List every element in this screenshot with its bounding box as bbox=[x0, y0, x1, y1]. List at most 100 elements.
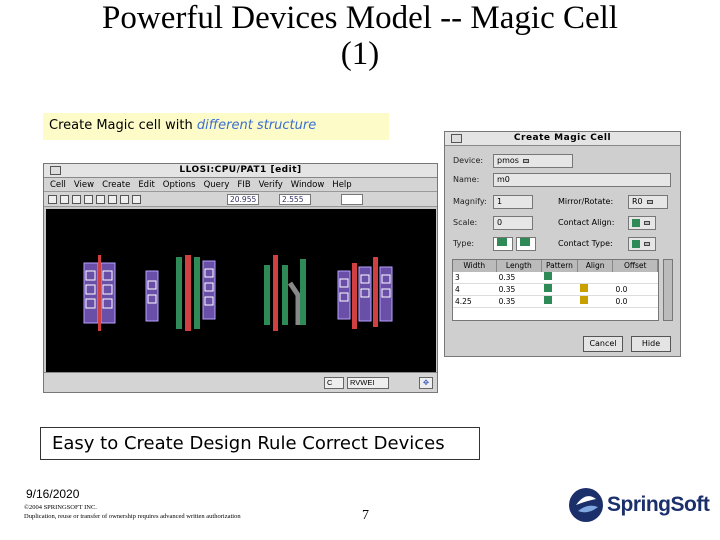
page-number: 7 bbox=[362, 508, 369, 523]
contact-align-select[interactable] bbox=[628, 215, 656, 230]
slide-date: 9/16/2020 bbox=[26, 487, 80, 501]
open-icon[interactable] bbox=[48, 194, 57, 204]
device-label: Device: bbox=[453, 156, 484, 165]
menu-query[interactable]: Query bbox=[204, 178, 230, 191]
cell-offset bbox=[613, 272, 658, 283]
cell-length: 0.35 bbox=[498, 273, 516, 282]
pattern-icon bbox=[542, 272, 578, 283]
device-group-2 bbox=[145, 270, 159, 322]
status-mode-field[interactable]: C bbox=[324, 377, 344, 389]
menu-edit[interactable]: Edit bbox=[138, 178, 154, 191]
redo-icon[interactable] bbox=[84, 194, 93, 204]
create-magic-cell-dialog: Create Magic Cell Device: pmos Name: m0 … bbox=[444, 131, 681, 357]
pattern-icon bbox=[542, 284, 578, 295]
table-row[interactable]: 3 0.35 bbox=[453, 272, 658, 284]
align-icon bbox=[578, 284, 614, 295]
device-select[interactable]: pmos bbox=[493, 153, 573, 168]
col-offset: Offset bbox=[613, 260, 658, 272]
dialog-menu-button[interactable] bbox=[451, 134, 462, 143]
dropdown-icon bbox=[646, 199, 653, 204]
slide-title-line2: (1) bbox=[340, 36, 380, 72]
scale-label: Scale: bbox=[453, 218, 478, 227]
dropdown-icon bbox=[644, 241, 650, 246]
transistor-icon bbox=[520, 237, 530, 246]
cell-length: 0.35 bbox=[498, 297, 516, 306]
undo-icon[interactable] bbox=[72, 194, 81, 204]
device-parameter-table[interactable]: Width Length Pattern Align Offset 3 0.35… bbox=[452, 259, 659, 321]
dialog-title: Create Magic Cell bbox=[513, 133, 612, 143]
status-layer-field[interactable]: RVWEI bbox=[347, 377, 389, 389]
col-width: Width bbox=[453, 260, 497, 272]
pattern-icon bbox=[542, 296, 578, 307]
editor-statusbar: C RVWEI ✥ bbox=[44, 372, 437, 392]
caption-box: Create Magic cell with different structu… bbox=[43, 113, 389, 140]
select-icon[interactable] bbox=[132, 194, 141, 204]
name-label: Name: bbox=[453, 175, 480, 184]
zoom-out-icon[interactable] bbox=[108, 194, 117, 204]
table-row[interactable]: 4 0.35 0.0 bbox=[453, 284, 658, 296]
menu-fib[interactable]: FIB bbox=[237, 178, 250, 191]
menu-verify[interactable]: Verify bbox=[259, 178, 283, 191]
zoom-fit-icon[interactable] bbox=[120, 194, 129, 204]
window-menu-button[interactable] bbox=[50, 166, 61, 175]
springsoft-logo: SpringSoft bbox=[568, 485, 710, 525]
contact-type-select[interactable] bbox=[628, 236, 656, 251]
dropdown-icon bbox=[522, 158, 529, 163]
coord-y-field[interactable]: 2.555 bbox=[279, 193, 311, 205]
springsoft-logo-icon bbox=[569, 488, 603, 522]
cell-width: 4 bbox=[455, 285, 460, 294]
transistor-icon bbox=[497, 237, 507, 246]
scale-row: Scale: 0 bbox=[453, 215, 533, 230]
table-scrollbar[interactable] bbox=[663, 259, 673, 321]
contact-type-label: Contact Type: bbox=[558, 239, 613, 248]
type-label: Type: bbox=[453, 239, 475, 248]
mirror-row: Mirror/Rotate: R0 bbox=[558, 194, 668, 209]
menu-help[interactable]: Help bbox=[332, 178, 351, 191]
cancel-button[interactable]: Cancel bbox=[583, 336, 623, 352]
table-header: Width Length Pattern Align Offset bbox=[453, 260, 658, 272]
contact-type-icon bbox=[632, 239, 640, 248]
layout-canvas[interactable] bbox=[46, 209, 436, 373]
device-row: Device: pmos bbox=[453, 153, 573, 168]
magnify-row: Magnify: 1 bbox=[453, 194, 533, 209]
magnify-label: Magnify: bbox=[453, 197, 487, 206]
menu-create[interactable]: Create bbox=[102, 178, 130, 191]
cell-offset: 0.0 bbox=[615, 297, 628, 306]
layout-drawing bbox=[83, 255, 393, 331]
copyright-line2: Duplication, reuse or transfer of owners… bbox=[24, 513, 241, 520]
align-icon bbox=[578, 296, 614, 307]
mirror-value: R0 bbox=[632, 196, 643, 206]
layout-editor-window: LLOSI:CPU/PAT1 [edit] Cell View Create E… bbox=[43, 163, 438, 393]
coord-x-field[interactable]: 20.955 bbox=[227, 193, 259, 205]
menu-window[interactable]: Window bbox=[291, 178, 325, 191]
type-row: Type: bbox=[453, 236, 536, 251]
contact-align-icon bbox=[632, 218, 640, 227]
magnify-input[interactable]: 1 bbox=[493, 194, 533, 209]
device-group-3 bbox=[176, 255, 216, 331]
hide-button[interactable]: Hide bbox=[631, 336, 671, 352]
save-icon[interactable] bbox=[60, 194, 69, 204]
col-pattern: Pattern bbox=[542, 260, 578, 272]
cell-offset: 0.0 bbox=[615, 285, 628, 294]
cell-align bbox=[578, 272, 614, 283]
copyright: ©2004 SPRINGSOFT INC. Duplication, reuse… bbox=[24, 503, 241, 521]
mirror-select[interactable]: R0 bbox=[628, 194, 668, 209]
table-row[interactable]: 4.25 0.35 0.0 bbox=[453, 296, 658, 308]
logo-text: SpringSoft bbox=[607, 493, 710, 516]
col-align: Align bbox=[578, 260, 614, 272]
coord-d-field[interactable] bbox=[341, 193, 363, 205]
scale-input[interactable]: 0 bbox=[493, 215, 533, 230]
menu-options[interactable]: Options bbox=[163, 178, 196, 191]
device-group-4 bbox=[264, 255, 306, 331]
type-option-1[interactable] bbox=[493, 236, 513, 251]
name-input[interactable]: m0 bbox=[493, 172, 671, 187]
zoom-in-icon[interactable] bbox=[96, 194, 105, 204]
menu-cell[interactable]: Cell bbox=[50, 178, 66, 191]
editor-title: LLOSI:CPU/PAT1 [edit] bbox=[179, 165, 302, 175]
col-length: Length bbox=[497, 260, 543, 272]
pan-icon[interactable]: ✥ bbox=[419, 377, 433, 389]
type-option-2[interactable] bbox=[516, 236, 536, 251]
cell-width: 3 bbox=[455, 273, 460, 282]
contact-align-label: Contact Align: bbox=[558, 218, 615, 227]
menu-view[interactable]: View bbox=[74, 178, 94, 191]
